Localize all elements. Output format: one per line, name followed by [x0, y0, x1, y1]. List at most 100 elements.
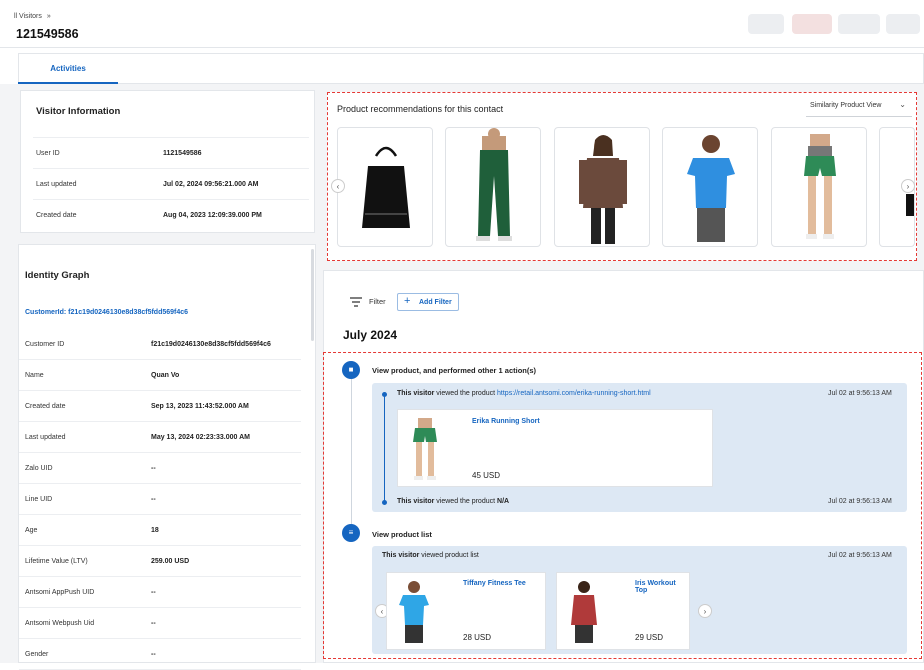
field-value: 1121549586	[163, 150, 202, 157]
event-dot	[382, 392, 387, 397]
field-value: Jul 02, 2024 09:56:21.000 AM	[163, 181, 259, 188]
event-time: Jul 02 at 9:56:13 AM	[828, 552, 892, 559]
product-price: 45 USD	[472, 471, 501, 480]
field-label: Age	[25, 527, 38, 534]
group-title: View product, and performed other 1 acti…	[372, 366, 537, 375]
field-label: Name	[25, 372, 44, 379]
dropdown-value: Similarity Product View	[810, 102, 882, 109]
chevron-left-icon[interactable]: ‹	[331, 179, 345, 193]
timeline-line	[351, 378, 352, 524]
green-shorts-icon	[804, 134, 836, 239]
field-value: --	[151, 496, 156, 503]
table-row: Name Quan Vo	[19, 360, 301, 391]
visitor-information-card: Visitor Information User ID 1121549586 L…	[20, 90, 315, 233]
field-value: --	[151, 589, 156, 596]
event-text: This visitor viewed product list	[382, 552, 479, 559]
event-time: Jul 02 at 9:56:13 AM	[828, 498, 892, 505]
product-card[interactable]	[662, 127, 758, 247]
scrollbar-thumb[interactable]	[311, 249, 314, 341]
product-price: 28 USD	[463, 633, 492, 642]
product-card[interactable]	[554, 127, 650, 247]
field-value: 18	[151, 527, 159, 534]
event-action: viewed the product	[436, 498, 496, 505]
event-dot	[382, 500, 387, 505]
field-label: Line UID	[25, 496, 53, 503]
field-label: Antsomi AppPush UID	[25, 589, 95, 596]
product-view-icon: ■	[342, 361, 360, 379]
event-text: This visitor viewed the product https://…	[397, 390, 651, 397]
header-action-placeholder[interactable]	[748, 14, 784, 34]
tab-bar	[18, 53, 924, 84]
filter-label: Filter	[369, 297, 386, 306]
green-pants-icon	[476, 128, 512, 241]
table-row: Antsomi AppPush UID --	[19, 577, 301, 608]
field-label: Zalo UID	[25, 465, 53, 472]
table-row: Last updated Jul 02, 2024 09:56:21.000 A…	[33, 169, 309, 200]
page-title: 121549586	[16, 27, 79, 41]
iris-workout-top-image	[571, 581, 597, 643]
product-recommendations-panel: Product recommendations for this contact…	[327, 92, 917, 261]
event-connector-line	[384, 394, 385, 502]
tiffany-fitness-tee-image	[399, 581, 429, 643]
page-header	[0, 0, 924, 48]
header-action-placeholder[interactable]	[838, 14, 880, 34]
field-value: May 13, 2024 02:23:33.000 AM	[151, 434, 250, 441]
product-name-link[interactable]: Tiffany Fitness Tee	[463, 580, 526, 587]
recommendations-title: Product recommendations for this contact	[337, 104, 504, 114]
header-action-placeholder[interactable]	[792, 14, 832, 34]
chevron-right-icon[interactable]: ›	[901, 179, 915, 193]
product-card[interactable]	[771, 127, 867, 247]
table-row: Zalo UID --	[19, 453, 301, 484]
chevron-right-icon[interactable]: ›	[698, 604, 712, 618]
table-row: Created date Aug 04, 2023 12:09:39.000 P…	[33, 200, 309, 231]
field-value: --	[151, 465, 156, 472]
breadcrumb-item[interactable]: ll Visitors	[14, 13, 42, 20]
header-action-placeholder[interactable]	[886, 14, 920, 34]
event-action: viewed product list	[421, 552, 479, 559]
field-label: Created date	[25, 403, 66, 410]
field-label: Customer ID	[25, 341, 65, 348]
field-value: Aug 04, 2023 12:09:39.000 PM	[163, 212, 262, 219]
brown-jacket-icon	[579, 135, 627, 244]
event-actor: This visitor	[397, 498, 435, 505]
similarity-dropdown[interactable]: Similarity Product View ⌄	[806, 97, 912, 117]
product-name-link[interactable]: Erika Running Short	[472, 418, 540, 425]
identity-graph-title: Identity Graph	[25, 270, 90, 281]
month-heading: July 2024	[343, 328, 398, 342]
field-label: Gender	[25, 651, 49, 658]
product-card[interactable]	[445, 127, 541, 247]
product-price: 29 USD	[635, 633, 664, 642]
field-label: Last updated	[25, 434, 66, 441]
field-label: Lifetime Value (LTV)	[25, 558, 88, 565]
event-text: This visitor viewed the product N/A	[397, 498, 509, 505]
add-filter-button[interactable]: + Add Filter	[397, 293, 459, 311]
breadcrumb-separator: »	[46, 13, 51, 20]
table-row: Lifetime Value (LTV) 259.00 USD	[19, 546, 301, 577]
product-card[interactable]	[337, 127, 433, 247]
field-label: Antsomi Webpush Uid	[25, 620, 95, 627]
event-time: Jul 02 at 9:56:13 AM	[828, 390, 892, 397]
table-row: Antsomi Webpush Uid --	[19, 608, 301, 639]
table-row: Age 18	[19, 515, 301, 546]
customer-id-link[interactable]: CustomerId: f21c19d0246130e8d38cf5fdd569…	[25, 309, 188, 316]
add-filter-label: Add Filter	[419, 299, 452, 306]
group-title: View product list	[372, 530, 432, 539]
filter-lines-icon	[350, 297, 362, 307]
tab-activities[interactable]: Activities	[18, 53, 118, 84]
product-card[interactable]: Tiffany Fitness Tee 28 USD	[386, 572, 546, 650]
blue-tee-icon	[687, 135, 735, 242]
product-card[interactable]: Erika Running Short 45 USD	[397, 409, 713, 487]
field-value: Sep 13, 2023 11:43:52.000 AM	[151, 403, 249, 410]
product-name-link[interactable]: Iris Workout Top	[635, 580, 689, 594]
erika-running-short-image	[413, 418, 437, 480]
plus-icon: +	[404, 295, 411, 307]
table-row: Last updated May 13, 2024 02:23:33.000 AM	[19, 422, 301, 453]
event-product-url-link[interactable]: https://retail.antsomi.com/erika-running…	[497, 390, 651, 397]
identity-graph-card: Identity Graph CustomerId: f21c19d024613…	[18, 244, 316, 670]
product-list-icon: ≡	[342, 524, 360, 542]
table-row: Customer ID f21c19d0246130e8d38cf5fdd569f…	[19, 329, 301, 360]
product-card[interactable]: Iris Workout Top 29 USD	[556, 572, 690, 650]
table-row: Gender --	[19, 639, 301, 670]
event-action: viewed the product	[436, 390, 496, 397]
breadcrumb[interactable]: ll Visitors »	[14, 13, 51, 20]
